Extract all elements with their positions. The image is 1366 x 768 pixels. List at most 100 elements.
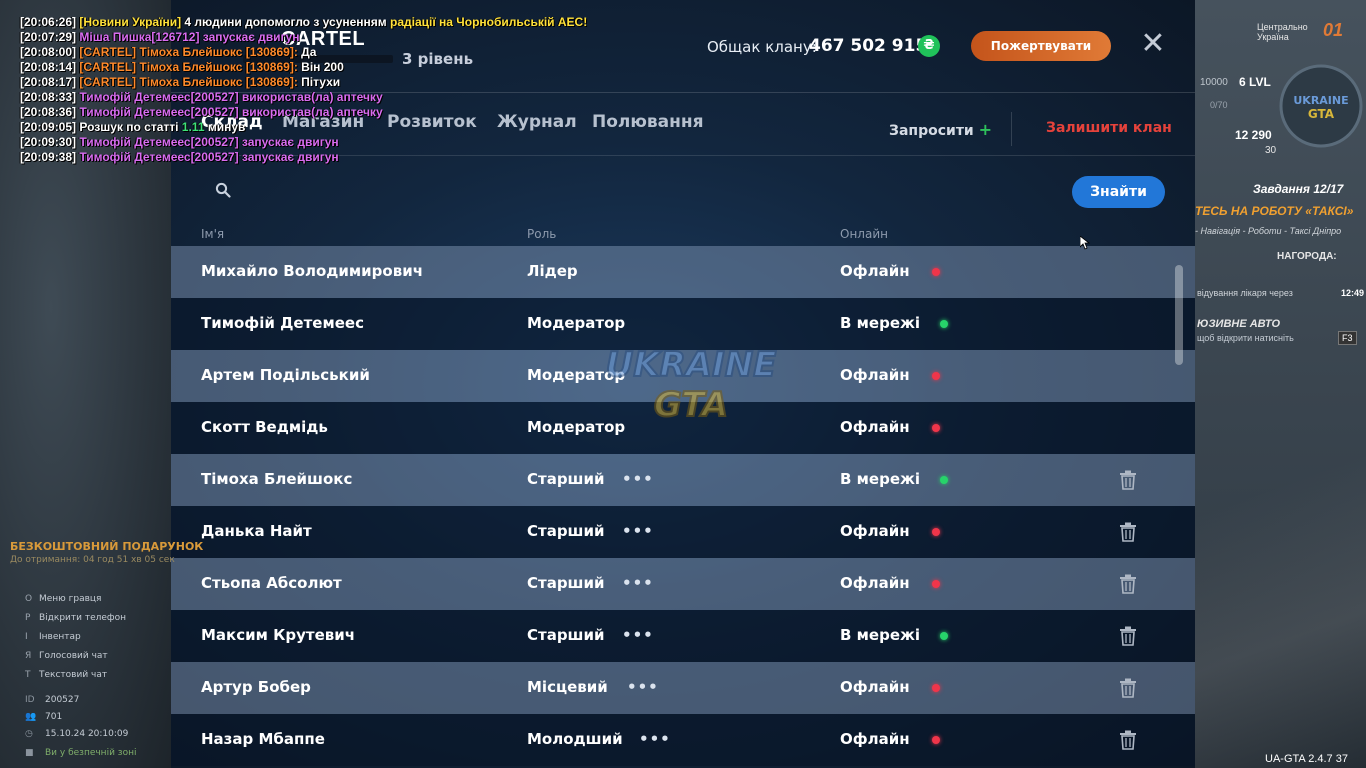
offline-indicator [932, 528, 940, 536]
treasury-value: 467 502 915 [809, 36, 928, 56]
doctor-timer-label: відування лікаря через [1197, 288, 1293, 298]
chat-message: [20:08:33] Тимофій Детемеес[200527] вико… [20, 90, 383, 104]
minimap: UKRAINE GTA [1279, 64, 1363, 148]
member-role: Місцевий [527, 678, 608, 696]
task-path: - Навігація - Роботи - Таксі Дніпро [1195, 226, 1342, 236]
f3-key: F3 [1338, 331, 1357, 345]
offline-indicator [932, 268, 940, 276]
close-icon[interactable]: ✕ [1140, 29, 1166, 59]
offline-indicator [932, 424, 940, 432]
currency-icon: ₴ [918, 35, 940, 57]
experience: 0/70 [1210, 100, 1228, 110]
svg-text:GTA: GTA [654, 385, 728, 425]
money-counter: 10000 [1200, 77, 1228, 88]
offline-indicator [932, 684, 940, 692]
table-row[interactable]: Максим Крутевич Старший ••• В мережі [171, 610, 1195, 662]
right-hud: Центрально Україна 01 UKRAINE GTA 10000 … [1195, 0, 1366, 768]
version-label: UA-GTA 2.4.7 37 [1265, 753, 1348, 765]
member-status: Офлайн [840, 730, 910, 748]
svg-text:UKRAINE: UKRAINE [1293, 94, 1348, 107]
exclusive-car-title: ЮЗИВНЕ АВТО [1197, 318, 1281, 330]
scrollbar[interactable] [1175, 265, 1183, 365]
reward-label: НАГОРОДА: [1277, 251, 1337, 262]
more-options-icon[interactable]: ••• [622, 522, 654, 540]
more-options-icon[interactable]: ••• [627, 678, 659, 696]
online-indicator [940, 476, 948, 484]
find-button[interactable]: Знайти [1072, 176, 1165, 208]
table-row[interactable]: Артур Бобер Місцевий ••• Офлайн [171, 662, 1195, 714]
safe-zone: ■ Ви у безпечній зоні [25, 748, 137, 758]
member-role: Лідер [527, 262, 578, 280]
table-row[interactable]: Михайло Володимирович Лідер Офлайн [171, 246, 1195, 298]
column-header-role: Роль [527, 227, 557, 241]
free-gift-title[interactable]: БЕЗКОШТОВНИЙ ПОДАРУНОК [10, 540, 203, 553]
member-name: Тімоха Блейшокс [201, 470, 353, 488]
treasury-label: Общак клану: [707, 38, 817, 56]
region-number: 01 [1323, 20, 1344, 40]
member-name: Артем Подільський [201, 366, 370, 384]
trash-icon[interactable] [1119, 522, 1137, 542]
member-name: Данька Найт [201, 522, 312, 540]
member-name: Стьопа Абсолют [201, 574, 342, 592]
region-name: Центрально Україна [1257, 22, 1308, 42]
more-options-icon[interactable]: ••• [622, 470, 654, 488]
donate-button[interactable]: Пожертвувати [971, 31, 1111, 61]
plus-icon: + [978, 120, 993, 139]
online-indicator [940, 632, 948, 640]
member-role: Старший [527, 574, 605, 592]
member-role: Модератор [527, 314, 626, 332]
member-status: В мережі [840, 626, 921, 644]
offline-indicator [932, 580, 940, 588]
cash: 12 290 [1235, 128, 1272, 142]
trash-icon[interactable] [1119, 678, 1137, 698]
svg-text:UKRAINE: UKRAINE [606, 345, 777, 385]
member-status: Офлайн [840, 262, 910, 280]
hotkey-text-chat: T Текстовий чат [25, 670, 108, 680]
mouse-cursor-icon [1080, 236, 1090, 250]
hotkey-inventory: I Інвентар [25, 632, 81, 642]
chat-log: [20:06:26] [Новини України] 4 людини доп… [20, 15, 660, 165]
chat-message: [20:08:36] Тимофій Детемеес[200527] вико… [20, 105, 383, 119]
search-input[interactable] [243, 176, 1027, 208]
player-id: ID 200527 [25, 695, 80, 705]
online-indicator [940, 320, 948, 328]
member-status: В мережі [840, 314, 921, 332]
chat-message: [20:09:30] Тимофій Детемеес[200527] запу… [20, 135, 339, 149]
member-role: Старший [527, 470, 605, 488]
trash-icon[interactable] [1119, 626, 1137, 646]
task-name: ТЕСЬ НА РОБОТУ «ТАКСІ» [1195, 204, 1354, 218]
chat-message: [20:06:26] [Новини України] 4 людини доп… [20, 15, 588, 29]
hotkey-player-menu: O Меню гравця [25, 594, 102, 604]
table-row[interactable]: Стьопа Абсолют Старший ••• Офлайн [171, 558, 1195, 610]
exclusive-car-hint: щоб відкрити натисніть [1197, 333, 1294, 343]
more-options-icon[interactable]: ••• [639, 730, 671, 748]
offline-indicator [932, 736, 940, 744]
ukraine-gta-logo: UKRAINE GTA [605, 344, 778, 426]
player-level: 6 LVL [1239, 75, 1271, 89]
chat-message: [20:08:00] [CARTEL] Тімоха Блейшокс [130… [20, 45, 317, 59]
chat-message: [20:07:29] Міша Пишка[126712] запускає д… [20, 30, 300, 44]
table-row[interactable]: Назар Мбаппе Молодший ••• Офлайн [171, 714, 1195, 766]
free-gift-timer: До отримання: 04 год 51 хв 05 сек [10, 555, 175, 565]
coins: 30 [1265, 145, 1277, 156]
more-options-icon[interactable]: ••• [622, 574, 654, 592]
online-count: 👥 701 [25, 712, 63, 722]
member-name: Тимофій Детемеес [201, 314, 364, 332]
member-status: Офлайн [840, 522, 910, 540]
trash-icon[interactable] [1119, 730, 1137, 750]
invite-button[interactable]: Запросити + [889, 120, 992, 139]
leave-clan-button[interactable]: Залишити клан [1046, 120, 1172, 136]
table-row[interactable]: Тімоха Блейшокс Старший ••• В мережі [171, 454, 1195, 506]
hotkey-voice-chat: Я Голосовий чат [25, 651, 108, 661]
svg-text:GTA: GTA [1308, 107, 1335, 121]
trash-icon[interactable] [1119, 574, 1137, 594]
table-row[interactable]: Данька Найт Старший ••• Офлайн [171, 506, 1195, 558]
member-status: Офлайн [840, 418, 910, 436]
member-name: Скотт Ведмідь [201, 418, 328, 436]
member-status: Офлайн [840, 366, 910, 384]
divider [1011, 112, 1012, 146]
member-role: Молодший [527, 730, 623, 748]
more-options-icon[interactable]: ••• [622, 626, 654, 644]
member-name: Назар Мбаппе [201, 730, 325, 748]
trash-icon[interactable] [1119, 470, 1137, 490]
